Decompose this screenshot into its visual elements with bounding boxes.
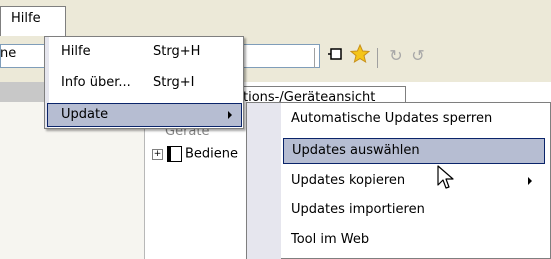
menubar	[0, 0, 551, 36]
address-fragment: ne	[0, 46, 17, 61]
toolbar-separator	[314, 48, 315, 68]
menu-item-shortcut: Strg+H	[153, 44, 201, 59]
submenu-item-tool-im-web[interactable]: Tool im Web	[247, 228, 550, 254]
undo-icon[interactable]: ↺	[406, 44, 430, 68]
mouse-cursor-icon	[437, 165, 457, 193]
submenu-item-label: Updates importieren	[291, 202, 425, 217]
node-icon	[167, 146, 182, 162]
tree-item-bediene[interactable]: + Bediene	[152, 146, 238, 164]
menu-item-label: Hilfe	[61, 44, 91, 59]
menu-hilfe-label: Hilfe	[11, 11, 41, 26]
submenu-item-updates-auswaehlen[interactable]: Updates auswählen	[283, 138, 545, 164]
menu-item-update[interactable]: Update	[47, 103, 242, 127]
submenu-arrow-icon	[228, 111, 232, 119]
submenu-item-label: Automatische Updates sperren	[291, 111, 493, 126]
submenu-arrow-icon	[528, 177, 532, 185]
refresh-icon[interactable]: ↻	[384, 44, 408, 68]
submenu-item-label: Tool im Web	[291, 232, 370, 247]
submenu-item-label: Updates kopieren	[291, 173, 406, 188]
menu-item-info[interactable]: Info über... Strg+I	[45, 72, 243, 96]
submenu-item-automatische-updates-sperren[interactable]: Automatische Updates sperren	[247, 107, 550, 133]
expand-icon[interactable]: +	[152, 148, 163, 160]
submenu-item-updates-kopieren[interactable]: Updates kopieren	[247, 169, 550, 195]
menu-item-shortcut: Strg+I	[153, 75, 195, 90]
menu-item-hilfe[interactable]: Hilfe Strg+H	[45, 41, 243, 65]
menu-item-label: Info über...	[61, 75, 131, 90]
device-icon[interactable]	[324, 44, 348, 68]
submenu-item-label: Updates auswählen	[292, 143, 420, 158]
toolbar-separator	[377, 48, 378, 68]
star-icon[interactable]	[348, 43, 372, 68]
submenu-item-updates-importieren[interactable]: Updates importieren	[247, 198, 550, 224]
menu-item-label: Update	[61, 107, 109, 122]
menu-hilfe[interactable]: Hilfe	[0, 6, 66, 36]
tree-item-label: Bediene	[185, 146, 239, 162]
